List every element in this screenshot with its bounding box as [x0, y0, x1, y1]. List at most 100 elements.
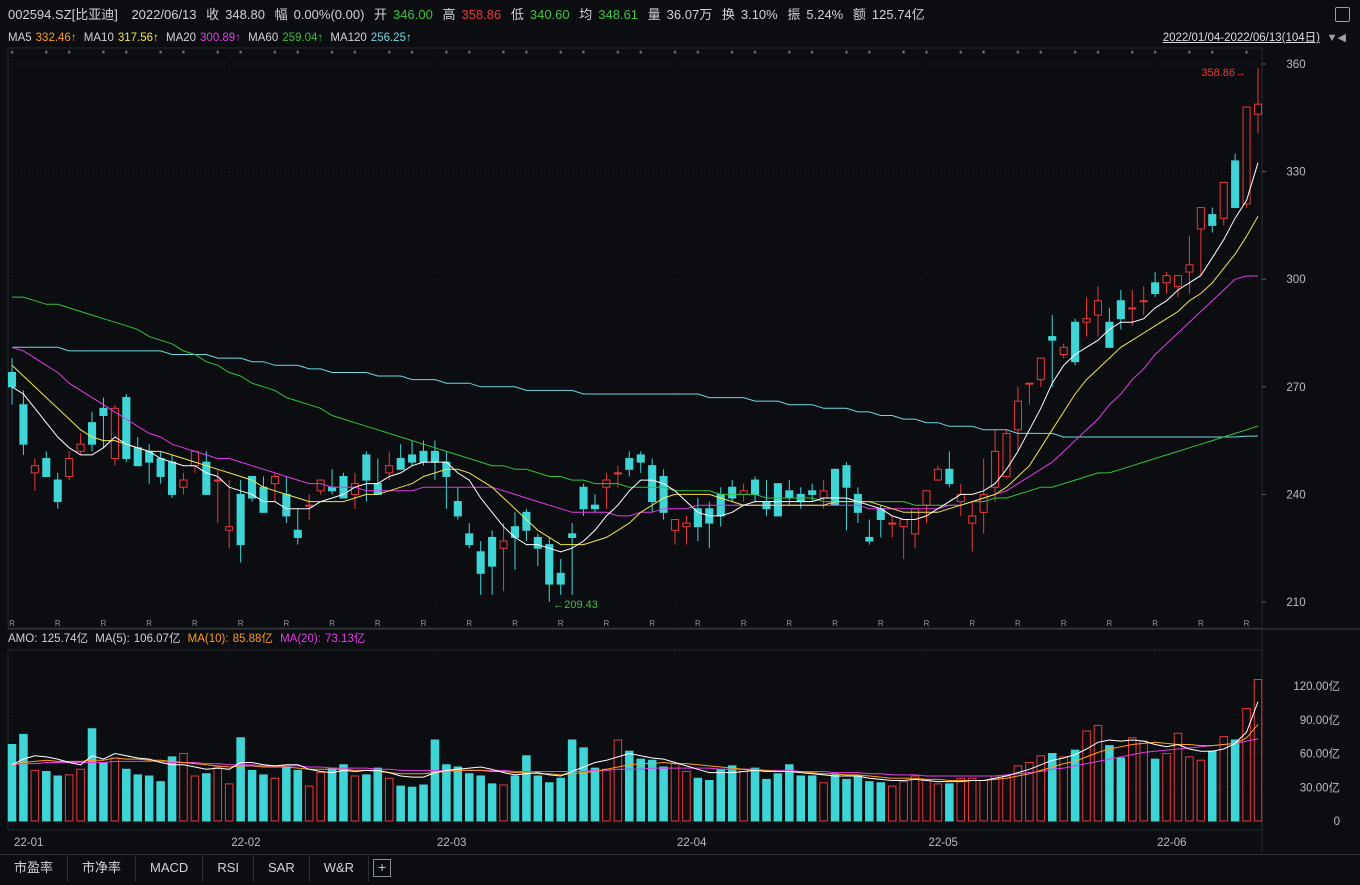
candle-body	[373, 483, 382, 495]
candle-body	[819, 490, 828, 499]
amount-bar	[933, 783, 943, 822]
event-star-marker: *	[1130, 49, 1134, 59]
amount-bar	[716, 768, 726, 822]
price-tick-label: 360	[1286, 59, 1305, 71]
ex-right-marker: R	[649, 619, 655, 628]
amount-tick-label: 30.00亿	[1300, 781, 1340, 794]
ex-right-marker: R	[146, 619, 152, 628]
candle-body	[385, 465, 394, 474]
candle-body	[831, 468, 840, 506]
candle-body	[556, 572, 565, 585]
candle-body	[316, 479, 325, 492]
ex-right-marker: R	[786, 619, 792, 628]
candle-body	[1059, 346, 1068, 356]
candle-body	[888, 522, 897, 525]
tab-pe[interactable]: 市盈率	[0, 855, 69, 881]
tab-sar[interactable]: SAR	[254, 855, 310, 881]
tab-pb[interactable]: 市净率	[68, 855, 137, 881]
ex-right-marker: R	[1152, 619, 1158, 628]
candle-body	[110, 407, 119, 460]
event-star-marker: *	[959, 49, 963, 59]
candle-body	[922, 490, 931, 506]
event-star-marker: *	[1073, 49, 1077, 59]
amount-bar	[282, 766, 291, 822]
amount-bar	[190, 775, 200, 822]
add-tab-icon[interactable]: +	[373, 858, 392, 877]
ex-right-marker: R	[924, 619, 930, 628]
x-tick-label: 22-05	[928, 837, 957, 849]
event-star-marker: *	[45, 49, 49, 59]
ex-right-marker: R	[1244, 619, 1250, 628]
event-star-marker: *	[925, 49, 929, 59]
ex-right-marker: R	[878, 619, 884, 628]
ex-right-marker: R	[283, 619, 289, 628]
ex-right-marker: R	[466, 619, 472, 628]
amount-bar	[1127, 737, 1137, 822]
candle-body	[453, 501, 462, 517]
event-star-marker: *	[502, 49, 506, 59]
amount-tick-label: 90.00亿	[1300, 714, 1340, 727]
amount-bar	[967, 777, 977, 822]
amount-bar	[1116, 757, 1126, 822]
tab-wr[interactable]: W&R	[310, 855, 370, 881]
amount-bar	[87, 728, 97, 822]
price-tick-label: 300	[1286, 274, 1305, 286]
event-star-marker: *	[159, 49, 163, 59]
x-tick-label: 22-04	[677, 837, 707, 849]
candle-body	[99, 407, 108, 416]
ex-right-marker: R	[832, 619, 838, 628]
candle-body	[488, 536, 497, 567]
amount-bar	[144, 775, 154, 822]
ex-right-marker: R	[1107, 619, 1113, 628]
amount-bar	[270, 777, 280, 822]
amount-bar	[579, 747, 588, 822]
amount-bar	[53, 775, 62, 822]
amount-bar	[30, 769, 40, 822]
amount-bar	[1082, 730, 1091, 822]
amount-bar	[636, 758, 645, 822]
ex-right-marker: R	[101, 619, 107, 628]
candle-body	[225, 526, 234, 531]
amount-bar	[1173, 732, 1183, 822]
candle-body	[465, 533, 474, 546]
amount-bar	[544, 782, 554, 822]
ex-right-marker: R	[192, 619, 198, 628]
amount-bar	[762, 778, 771, 822]
ex-right-marker: R	[695, 619, 701, 628]
amount-bar	[362, 774, 371, 822]
amount-bar	[373, 767, 383, 822]
candle-body	[1219, 181, 1228, 219]
ex-right-marker: R	[1061, 619, 1067, 628]
amount-bar	[76, 768, 85, 822]
kline-chart[interactable]: 22-01 22-02 22-03 22-04 22-05 22-06 360 330 300 2…	[0, 0, 1360, 885]
event-star-marker: *	[10, 49, 14, 59]
candle-body	[65, 458, 74, 477]
candle-body	[53, 479, 62, 503]
candle-body	[533, 536, 542, 549]
amount-bar	[19, 733, 28, 822]
amount-bar	[99, 762, 108, 822]
candle-body	[190, 450, 199, 467]
tab-rsi[interactable]: RSI	[203, 855, 254, 881]
event-star-marker: *	[330, 49, 334, 59]
candle-body	[693, 508, 702, 528]
event-star-marker: *	[445, 49, 449, 59]
event-star-marker: *	[788, 49, 792, 59]
candle-body	[87, 422, 97, 445]
candle-body	[545, 544, 554, 585]
event-star-marker: *	[1153, 49, 1157, 59]
candle-body	[1071, 321, 1080, 363]
event-star-marker: *	[296, 49, 300, 59]
candle-body	[1036, 357, 1045, 381]
amount-bar	[522, 755, 531, 822]
amount-bar	[796, 775, 806, 822]
amount-bar	[1093, 724, 1103, 822]
tab-macd[interactable]: MACD	[136, 855, 204, 881]
amount-bar	[384, 777, 394, 822]
candle-body	[1162, 275, 1171, 284]
event-star-marker: *	[582, 49, 586, 59]
amount-bar	[1196, 759, 1206, 822]
candle-body	[945, 468, 954, 485]
event-star-marker: *	[102, 49, 106, 59]
x-tick-label: 22-02	[231, 837, 260, 849]
